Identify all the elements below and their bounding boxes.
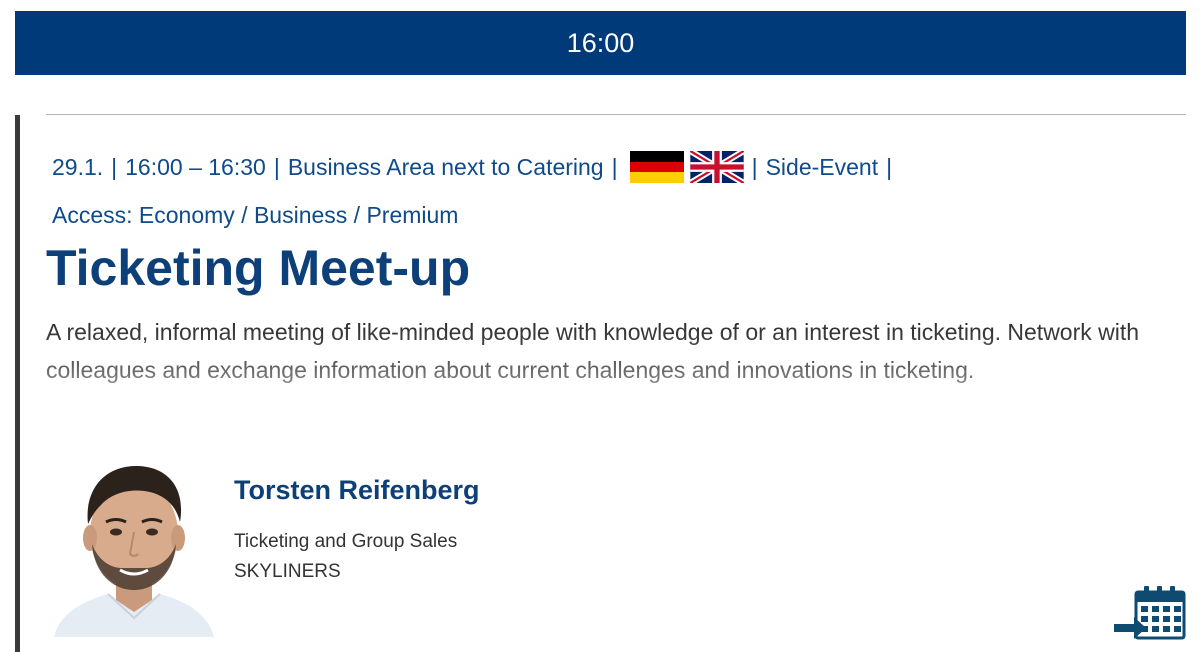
time-slot-header: 16:00 [15, 11, 1186, 75]
session-accent-bar [15, 115, 20, 652]
session-type: Side-Event [765, 154, 879, 180]
separator: | [886, 154, 893, 180]
calendar-add-icon[interactable] [1112, 584, 1188, 640]
uk-flag-icon [689, 151, 744, 183]
speaker-company: SKYLINERS [234, 561, 341, 582]
session-meta: 29.1. | 16:00 – 16:30 | Business Area ne… [52, 150, 1152, 232]
divider [46, 114, 1186, 115]
session-location: Business Area next to Catering [287, 154, 604, 180]
german-flag-icon [629, 151, 684, 183]
session-time-range: 16:00 – 16:30 [125, 154, 266, 180]
speaker-photo [54, 466, 214, 637]
session-description-text: A relaxed, informal meeting of like-mind… [46, 319, 1140, 383]
speaker-avatar [46, 462, 222, 637]
speaker-details: Ticketing and Group Sales SKYLINERS [234, 527, 457, 587]
separator: | [751, 154, 758, 180]
session-access: Access: Economy / Business / Premium [52, 202, 459, 228]
session-date: 29.1. [52, 154, 104, 180]
separator: | [111, 154, 118, 180]
session-title: Ticketing Meet-up [46, 240, 471, 296]
session-meta-row: 29.1. | 16:00 – 16:30 | Business Area ne… [52, 150, 1152, 184]
session-access-row: Access: Economy / Business / Premium [52, 198, 1152, 232]
speaker-name[interactable]: Torsten Reifenberg [234, 475, 480, 506]
session-description: A relaxed, informal meeting of like-mind… [46, 313, 1156, 425]
separator: | [611, 154, 618, 180]
time-slot-label: 16:00 [566, 27, 635, 58]
speaker-role: Ticketing and Group Sales [234, 531, 458, 552]
separator: | [273, 154, 280, 180]
